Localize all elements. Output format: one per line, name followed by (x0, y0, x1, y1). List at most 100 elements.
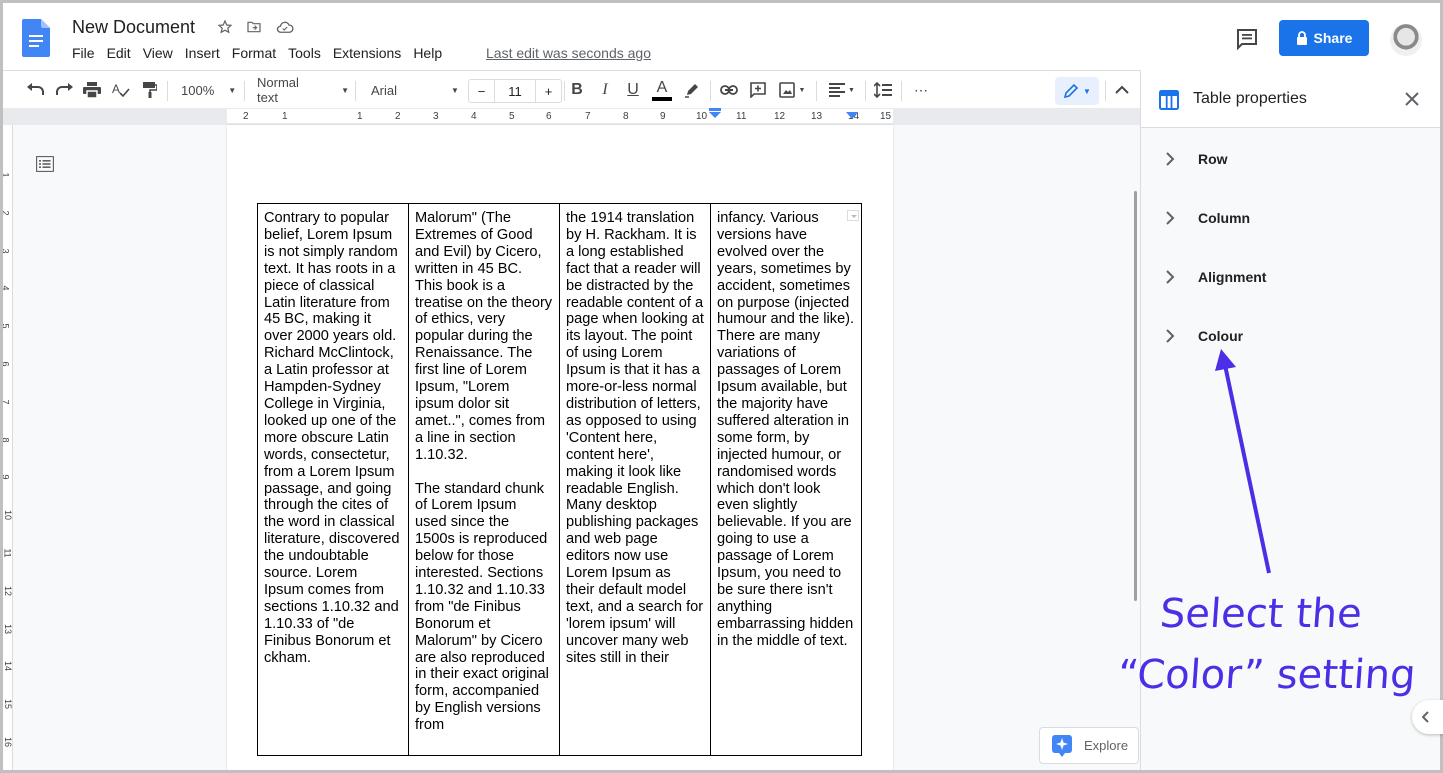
align-button[interactable]: ▼ (825, 71, 859, 109)
section-label: Alignment (1198, 269, 1267, 285)
print-icon[interactable] (81, 71, 103, 109)
image-icon (778, 82, 795, 98)
menu-format[interactable]: Format (226, 45, 282, 61)
chevron-right-icon (1166, 211, 1175, 225)
menu-tools[interactable]: Tools (282, 45, 327, 61)
font-size-input[interactable]: 11 (495, 80, 535, 102)
section-alignment[interactable]: Alignment (1141, 257, 1440, 297)
line-spacing-icon[interactable] (872, 71, 894, 109)
ruler-label: 2 (3, 210, 11, 215)
menu-edit[interactable]: Edit (101, 45, 137, 61)
ruler-label: 3 (433, 111, 439, 122)
ruler-label: 11 (736, 111, 747, 122)
ruler-label: 4 (3, 286, 11, 291)
style-value: Normal text (257, 75, 299, 105)
comment-history-icon[interactable] (1235, 27, 1259, 51)
bold-button[interactable]: B (566, 71, 588, 109)
panel-title: Table properties (1193, 90, 1307, 107)
more-options-button[interactable]: ⋯ (909, 71, 933, 109)
editing-mode-button[interactable]: ▼ (1055, 77, 1099, 105)
ruler-label: 12 (3, 585, 14, 596)
text-color-swatch (652, 96, 672, 101)
close-icon[interactable] (1403, 90, 1421, 108)
document-table[interactable]: Contrary to popular belief, Lorem Ipsum … (257, 203, 862, 756)
cloud-saved-icon[interactable] (275, 17, 295, 37)
document-title[interactable]: New Document (72, 17, 195, 38)
explore-label: Explore (1084, 738, 1129, 753)
ruler-label: 15 (880, 111, 892, 122)
last-edit-link[interactable]: Last edit was seconds ago (486, 45, 651, 61)
add-comment-icon[interactable] (747, 71, 769, 109)
increase-font-size-button[interactable]: + (535, 80, 561, 102)
font-select[interactable]: Arial ▼ (361, 71, 465, 109)
chevron-down-icon: ▼ (451, 85, 459, 95)
pencil-icon (1063, 83, 1079, 99)
ruler-label: 3 (3, 248, 11, 253)
insert-image-button[interactable]: ▼ (775, 71, 809, 109)
document-outline-icon[interactable] (36, 156, 54, 172)
vertical-ruler[interactable]: 12345678910111213141516 (3, 125, 13, 770)
insert-link-icon[interactable] (718, 71, 740, 109)
explore-button[interactable]: Explore (1039, 727, 1139, 764)
scrollbar[interactable] (1134, 191, 1137, 601)
paint-format-icon[interactable] (139, 71, 161, 109)
share-button[interactable]: Share (1279, 20, 1369, 56)
horizontal-ruler[interactable]: 2 1 1 2 3 4 5 6 7 8 9 10 11 12 13 14 15 (3, 108, 1140, 125)
document-page[interactable]: Contrary to popular belief, Lorem Ipsum … (227, 125, 893, 770)
decrease-font-size-button[interactable]: − (469, 80, 495, 102)
redo-icon[interactable] (53, 71, 75, 109)
section-colour[interactable]: Colour (1141, 316, 1440, 356)
chevron-right-icon (1166, 270, 1175, 284)
menu-insert[interactable]: Insert (179, 45, 226, 61)
ruler-label: 13 (811, 111, 823, 122)
ruler-label: 11 (3, 548, 13, 558)
account-avatar[interactable] (1390, 24, 1422, 56)
left-indent-marker-icon[interactable] (709, 108, 721, 118)
menu-help[interactable]: Help (407, 45, 448, 61)
align-left-icon (829, 83, 846, 97)
collapse-menus-icon[interactable] (1111, 71, 1133, 109)
menu-view[interactable]: View (137, 45, 179, 61)
share-label: Share (1313, 30, 1353, 46)
move-folder-icon[interactable] (244, 17, 264, 37)
title-bar: New Document File Edit View Insert Forma… (3, 3, 1440, 70)
star-icon[interactable] (215, 17, 235, 37)
section-label: Column (1198, 210, 1251, 226)
section-row[interactable]: Row (1141, 139, 1440, 179)
menu-file[interactable]: File (72, 45, 101, 61)
ruler-label: 16 (3, 736, 14, 748)
ruler-label: 14 (3, 661, 14, 672)
chevron-down-icon: ▼ (341, 85, 349, 95)
section-column[interactable]: Column (1141, 198, 1440, 238)
menu-extensions[interactable]: Extensions (327, 45, 407, 61)
chevron-left-icon (1422, 711, 1429, 723)
explore-icon (1052, 734, 1072, 757)
ruler-label: 13 (3, 623, 14, 634)
ruler-label: 15 (3, 699, 14, 710)
lock-icon (1296, 31, 1307, 45)
chevron-right-icon (1166, 329, 1175, 343)
spellcheck-icon[interactable]: A (110, 71, 132, 109)
table-cell[interactable]: the 1914 translation by H. Rackham. It i… (559, 203, 711, 756)
text-color-button[interactable]: A (651, 71, 673, 109)
ruler-label: 8 (3, 437, 11, 442)
ruler-label: 10 (3, 510, 14, 521)
table-cell[interactable]: Malorum" (The Extremes of Good and Evil)… (408, 203, 560, 756)
right-indent-marker-icon[interactable] (846, 112, 858, 120)
table-cell[interactable]: Contrary to popular belief, Lorem Ipsum … (257, 203, 409, 756)
undo-icon[interactable] (25, 71, 47, 109)
paragraph-style-select[interactable]: Normal text ▼ (249, 71, 349, 109)
underline-button[interactable]: U (622, 71, 644, 109)
docs-logo-icon[interactable] (22, 19, 50, 57)
zoom-select[interactable]: 100% ▼ (173, 71, 238, 109)
italic-button[interactable]: I (594, 71, 616, 109)
highlight-color-icon[interactable] (681, 71, 703, 109)
ruler-label: 1 (282, 111, 288, 122)
font-value: Arial (371, 82, 398, 98)
table-cell[interactable]: infancy. Various versions have evolved o… (710, 203, 862, 756)
side-panel-toggle[interactable] (1412, 700, 1443, 734)
panel-header: Table properties (1141, 70, 1440, 128)
ruler-label: 4 (471, 111, 477, 122)
cell-dropdown-icon[interactable] (847, 210, 859, 221)
ruler-label: 8 (623, 111, 629, 122)
